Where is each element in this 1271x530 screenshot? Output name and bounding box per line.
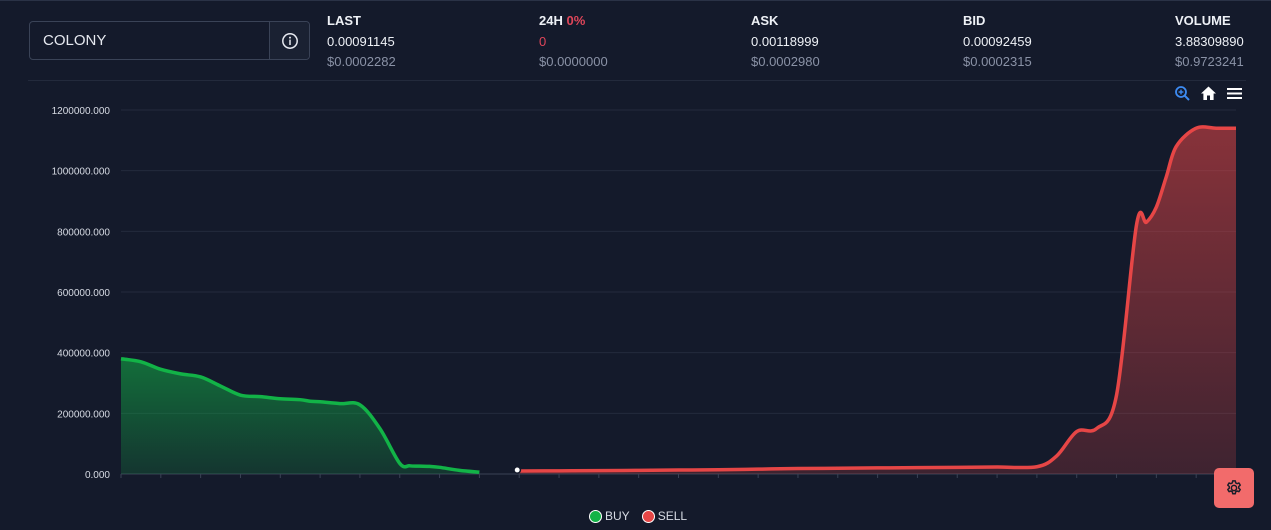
y-tick-label: 1000000.000 — [52, 167, 111, 178]
stat-last-usd: $0.0002282 — [327, 54, 396, 69]
stat-volume-usd: $0.9723241 — [1175, 54, 1244, 69]
stat-ask: ASK 0.00118999 $0.0002980 — [751, 14, 820, 69]
stat-bid-label: BID — [963, 13, 986, 28]
gear-icon — [1227, 480, 1241, 495]
y-tick-label: 800000.000 — [57, 227, 110, 238]
legend-item-sell[interactable]: SELL — [641, 509, 688, 523]
market-search — [29, 21, 310, 60]
sell-legend-marker — [641, 509, 655, 523]
stat-last: LAST 0.00091145 $0.0002282 — [327, 14, 396, 69]
stat-24h-value: 0 — [539, 34, 547, 49]
chart-legend: BUY SELL — [589, 509, 687, 523]
legend-item-buy[interactable]: BUY — [589, 509, 630, 523]
legend-buy-label: BUY — [605, 509, 630, 523]
market-search-input[interactable] — [30, 22, 269, 59]
stat-24h-usd: $0.0000000 — [539, 54, 608, 69]
menu-icon — [1226, 87, 1242, 99]
buy-depth-area — [121, 358, 480, 474]
stat-last-label: LAST — [327, 13, 361, 28]
y-tick-label: 400000.000 — [57, 349, 110, 360]
home-icon — [1200, 86, 1216, 100]
settings-button[interactable] — [1214, 468, 1254, 508]
depth-chart[interactable]: 0.000 200000.000 400000.000 600000.000 80000… — [0, 81, 1271, 491]
stat-bid: BID 0.00092459 $0.0002315 — [963, 14, 1032, 69]
stat-bid-usd: $0.0002315 — [963, 54, 1032, 69]
stat-volume-value: 3.88309890 — [1175, 34, 1244, 49]
y-tick-label: 0.000 — [85, 470, 110, 481]
reset-zoom-button[interactable] — [1198, 83, 1218, 103]
y-tick-label: 600000.000 — [57, 288, 110, 299]
zoom-in-icon — [1174, 85, 1190, 101]
sell-start-marker — [513, 466, 522, 474]
chart-menu-button[interactable] — [1224, 83, 1244, 103]
stat-volume: VOLUME 3.88309890 $0.9723241 — [1175, 14, 1244, 69]
stat-24h: 24H 0% 0 $0.0000000 — [539, 14, 608, 69]
info-icon — [281, 32, 298, 49]
stat-volume-label: VOLUME — [1175, 13, 1231, 28]
y-tick-label: 1200000.000 — [52, 106, 111, 117]
stat-ask-label: ASK — [751, 13, 779, 28]
chart-toolbar — [1172, 83, 1244, 103]
stat-bid-value: 0.00092459 — [963, 34, 1032, 49]
stat-24h-percent: 0% — [566, 13, 586, 28]
stat-last-value: 0.00091145 — [327, 34, 395, 49]
zoom-button[interactable] — [1172, 83, 1192, 103]
market-header: LAST 0.00091145 $0.0002282 24H 0% 0 $0.0… — [0, 0, 1271, 81]
stat-24h-label: 24H — [539, 13, 563, 28]
stat-ask-usd: $0.0002980 — [751, 54, 820, 69]
legend-sell-label: SELL — [657, 509, 688, 523]
buy-legend-marker — [589, 509, 602, 523]
market-info-button[interactable] — [269, 22, 309, 59]
y-tick-label: 200000.000 — [57, 409, 110, 420]
stat-ask-value: 0.00118999 — [751, 34, 819, 49]
